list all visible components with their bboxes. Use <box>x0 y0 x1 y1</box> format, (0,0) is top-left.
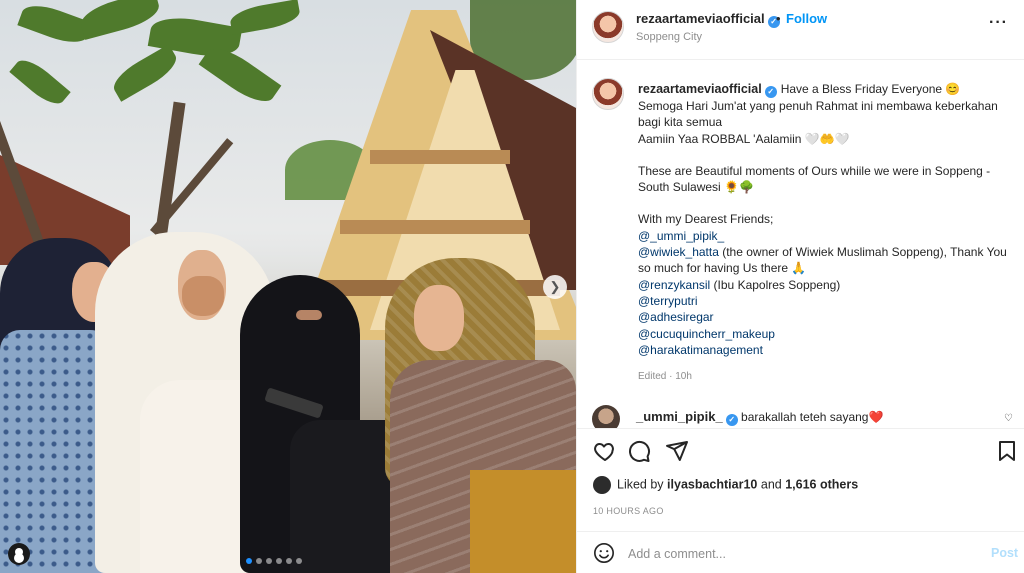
commenter-username[interactable]: _ummi_pipik_ <box>636 409 723 424</box>
mention-line: @renzykansil (Ibu Kapolres Soppeng) <box>638 277 841 292</box>
person-2-mask <box>182 276 224 316</box>
post-timestamp: 10 HOURS AGO <box>593 506 664 516</box>
caption-username[interactable]: rezaartameviaofficial ✓ <box>638 82 777 98</box>
carousel-dot <box>276 558 282 564</box>
more-options-icon[interactable]: ··· <box>989 14 1008 32</box>
add-comment-bar: Post <box>577 531 1024 573</box>
carousel-dot <box>256 558 262 564</box>
verified-badge-icon: ✓ <box>725 414 738 426</box>
mention-link[interactable]: @wiwiek_hatta <box>638 245 719 259</box>
caption-line-0: Have a Bless Friday Everyone 😊 <box>780 82 961 96</box>
mention-link[interactable]: @adhesiregar <box>638 310 714 324</box>
likes-prefix: Liked by <box>617 477 664 492</box>
mention-link[interactable]: @_ummi_pipik_ <box>638 229 724 243</box>
emoji-icon[interactable] <box>593 542 615 564</box>
person-3-eyes <box>296 310 322 320</box>
mention-line: @_ummi_pipik_ <box>638 228 1010 244</box>
location-link[interactable]: Soppeng City <box>636 31 702 43</box>
caption-scroll-area[interactable]: rezaartameviaofficial ✓ Have a Bless Frida… <box>577 61 1024 428</box>
carousel-dot <box>246 558 252 564</box>
mention-link[interactable]: @cucuquincherr_makeup <box>638 327 775 341</box>
likes-others-link[interactable]: 1,616 others <box>785 477 858 491</box>
post-side-panel: rezaartameviaofficial ✓ • Follow Soppeng … <box>576 0 1024 573</box>
liker-avatar[interactable] <box>593 476 611 494</box>
share-icon[interactable] <box>665 439 689 463</box>
person-4-dress <box>470 470 576 573</box>
bookmark-icon[interactable] <box>995 439 1019 463</box>
commenter-avatar[interactable] <box>592 405 620 428</box>
post-comment-button[interactable]: Post <box>991 546 1018 560</box>
heart-icon[interactable] <box>593 439 617 463</box>
carousel-dots <box>246 558 302 564</box>
liker-username[interactable]: ilyasbachtiar10 <box>667 477 757 491</box>
separator-dot: • <box>776 11 781 26</box>
comment-input[interactable] <box>628 544 968 564</box>
caption-line-4: These are Beautiful moments of Ours whii… <box>638 163 991 195</box>
photo-tree <box>0 0 340 272</box>
mention-link[interactable]: @harakatimanagement <box>638 343 763 357</box>
mention-line: @harakatimanagement <box>638 342 1010 358</box>
likes-and: and <box>760 477 782 492</box>
mention-link[interactable]: @renzykansil <box>638 278 710 292</box>
caption-line-6: With my Dearest Friends; <box>638 212 774 227</box>
comment-item: _ummi_pipik_ ✓ barakallah teteh sayang❤️ … <box>592 405 1013 428</box>
comment-like-heart-icon[interactable]: ♡ <box>1004 413 1013 424</box>
comment-text: _ummi_pipik_ ✓ barakallah teteh sayang❤️ <box>636 409 883 426</box>
comment-body: barakallah teteh sayang❤️ <box>741 410 884 424</box>
person-4-face <box>414 285 464 351</box>
verified-badge-icon: ✓ <box>764 86 777 98</box>
caption-text: rezaartameviaofficial ✓ Have a Bless Frida… <box>638 81 1010 358</box>
post-photo[interactable]: ❯ <box>0 0 576 573</box>
carousel-next-button[interactable]: ❯ <box>543 275 567 299</box>
edited-timestamp: Edited · 10h <box>638 371 692 382</box>
author-avatar[interactable] <box>592 11 624 43</box>
user-tag-icon[interactable] <box>8 543 30 565</box>
mention-line: @terryputri <box>638 293 1010 309</box>
mention-line: @adhesiregar <box>638 309 1010 325</box>
post-header: rezaartameviaofficial ✓ • Follow Soppeng … <box>577 0 1024 60</box>
carousel-dot <box>266 558 272 564</box>
mention-link[interactable]: @terryputri <box>638 294 698 308</box>
caption-line-1: Semoga Hari Jum'at yang penuh Rahmat ini… <box>638 99 998 130</box>
author-username[interactable]: rezaartameviaofficial ✓ <box>636 11 780 28</box>
likes-summary: Liked by ilyasbachtiar10 and 1,616 other… <box>593 476 858 494</box>
caption-line-2: Aamiin Yaa ROBBAL 'Aalamiin 🤍🤲🤍 <box>638 131 850 146</box>
comment-icon[interactable] <box>627 439 651 463</box>
caption-author-avatar[interactable] <box>592 78 624 110</box>
carousel-dot <box>296 558 302 564</box>
mention-line: @wiwiek_hatta (the owner of Wiwiek Musli… <box>638 245 1007 276</box>
chevron-right-icon: ❯ <box>549 279 561 294</box>
author-username-text[interactable]: rezaartameviaofficial <box>636 11 765 26</box>
follow-button[interactable]: Follow <box>786 11 827 26</box>
mention-line: @cucuquincherr_makeup <box>638 326 1010 342</box>
carousel-dot <box>286 558 292 564</box>
